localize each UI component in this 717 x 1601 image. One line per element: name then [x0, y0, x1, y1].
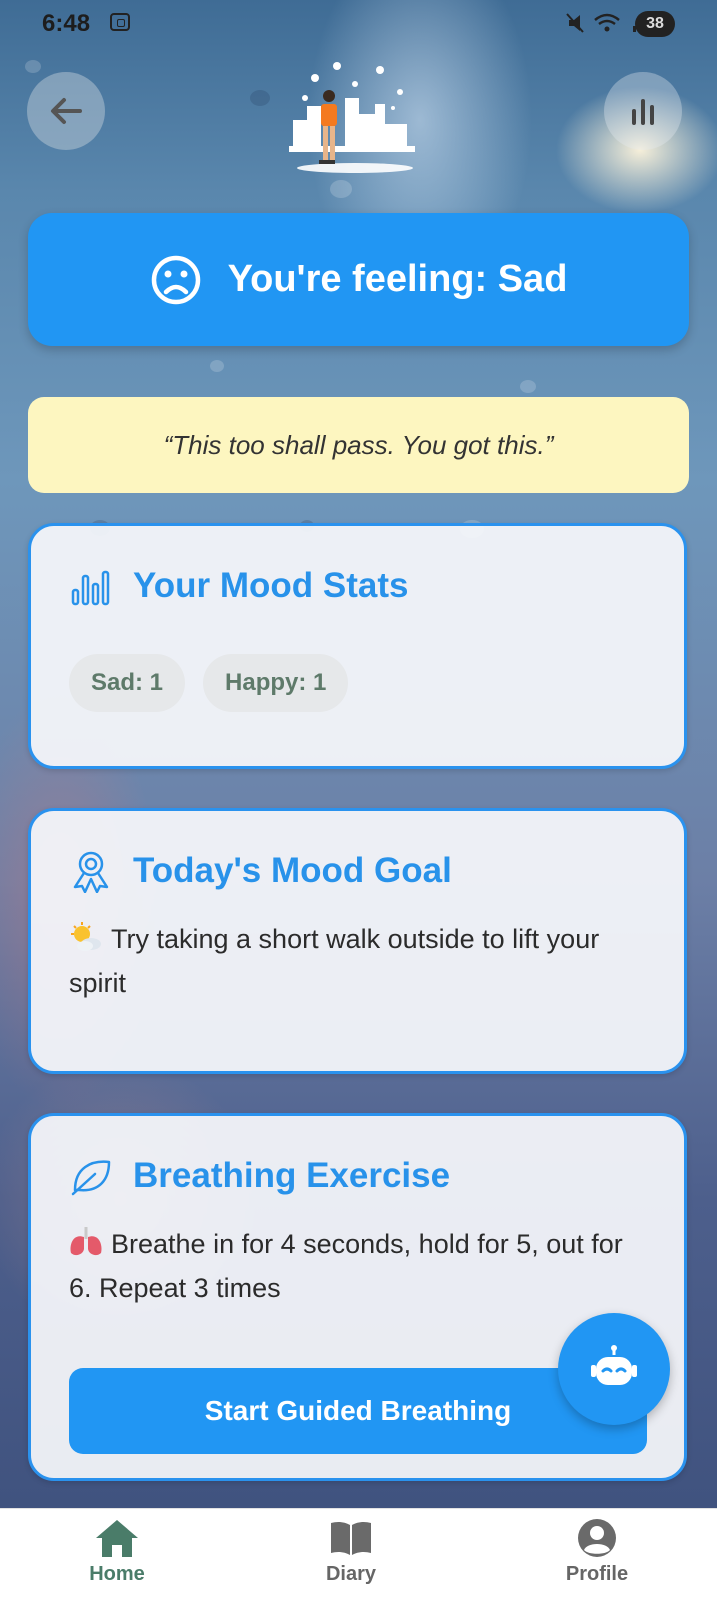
- mood-goal-card: Today's Mood Goal Try taking a short wal…: [28, 808, 687, 1074]
- book-icon: [331, 1521, 371, 1555]
- status-time: 6:48: [42, 10, 91, 37]
- lungs-icon: [70, 1227, 102, 1256]
- mood-banner: You're feeling: Sad: [28, 213, 689, 346]
- nav-profile-label: Profile: [565, 1563, 629, 1585]
- bar-chart-icon: [71, 570, 110, 606]
- bar-chart-icon: [632, 99, 654, 125]
- chatbot-button[interactable]: [558, 1313, 670, 1425]
- nav-home[interactable]: Home: [57, 1517, 177, 1586]
- award-ribbon-icon: [73, 851, 109, 893]
- status-bar: 6:48 38: [0, 0, 717, 48]
- stats-button[interactable]: [604, 72, 682, 150]
- stat-chip-happy: Happy: 1: [203, 654, 349, 712]
- battery-indicator: 38: [635, 11, 675, 37]
- nav-home-label: Home: [89, 1563, 145, 1585]
- nav-profile[interactable]: Profile: [537, 1517, 657, 1586]
- back-button[interactable]: [27, 72, 105, 150]
- robot-icon: [591, 1345, 637, 1385]
- breathing-title: Breathing Exercise: [133, 1156, 451, 1195]
- mood-goal-text: Try taking a short walk outside to lift …: [69, 924, 600, 998]
- hero-illustration: [285, 58, 425, 178]
- arrow-left-icon: [51, 98, 82, 124]
- stat-chip-sad: Sad: 1: [69, 654, 186, 712]
- sun-cloud-icon: [71, 922, 101, 951]
- breathing-exercise-card: Breathing Exercise Breathe in for 4 seco…: [28, 1113, 687, 1481]
- leaf-icon: [71, 1160, 111, 1196]
- bottom-navigation: Home Diary Profile: [0, 1508, 717, 1601]
- mood-stats-card: Your Mood Stats Sad: 1 Happy: 1: [28, 523, 687, 769]
- user-icon: [578, 1519, 616, 1557]
- mood-stats-title: Your Mood Stats: [133, 566, 409, 605]
- screen-record-icon: [110, 13, 130, 31]
- mood-banner-text: You're feeling: Sad: [227, 258, 568, 300]
- sad-face-icon: [151, 255, 200, 304]
- nav-diary-label: Diary: [325, 1563, 377, 1585]
- breathing-text: Breathe in for 4 seconds, hold for 5, ou…: [69, 1229, 623, 1303]
- nav-diary[interactable]: Diary: [291, 1517, 411, 1586]
- mood-goal-title: Today's Mood Goal: [133, 851, 452, 890]
- home-icon: [96, 1520, 138, 1557]
- motivational-quote: “This too shall pass. You got this.”: [28, 397, 689, 493]
